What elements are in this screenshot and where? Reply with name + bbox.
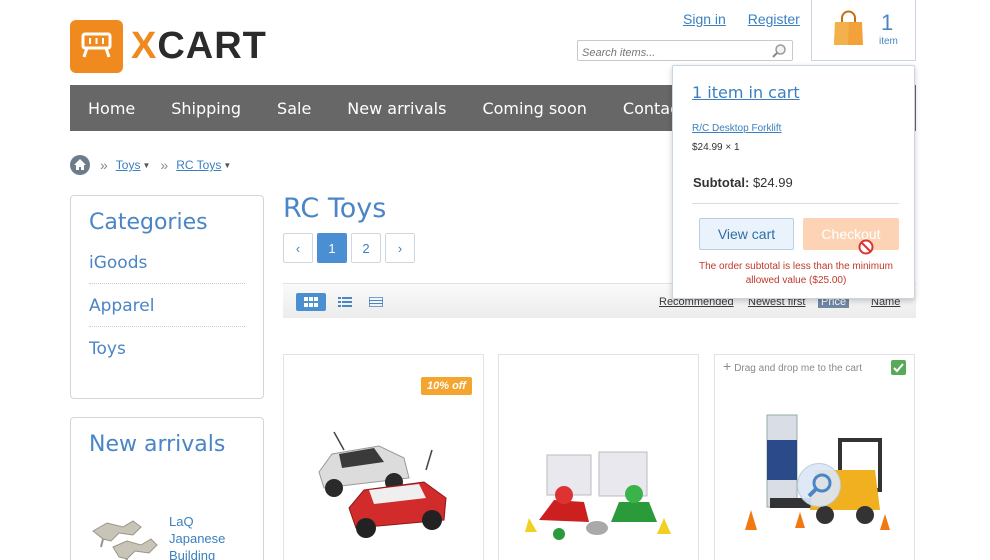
- product-thumbnail[interactable]: [89, 513, 161, 560]
- nav-item-sale[interactable]: Sale: [259, 99, 329, 118]
- drag-hint: + Drag and drop me to the cart: [723, 358, 863, 374]
- next-page-button[interactable]: ›: [385, 233, 415, 263]
- home-icon[interactable]: [70, 155, 90, 175]
- logo-cart-icon: [70, 20, 123, 73]
- shopping-bag-icon: [834, 10, 863, 45]
- new-arrivals-box: New arrivals LaQ Japanese Building: [70, 417, 264, 560]
- category-apparel[interactable]: Apparel: [89, 284, 245, 327]
- grid-view-icon[interactable]: [296, 293, 326, 311]
- nav-item-shipping[interactable]: Shipping: [153, 99, 259, 118]
- view-cart-button[interactable]: View cart: [699, 218, 794, 250]
- logo[interactable]: XCART: [70, 20, 267, 73]
- chevron-down-icon[interactable]: ▼: [223, 161, 231, 170]
- product-card[interactable]: [498, 354, 699, 560]
- chevron-down-icon[interactable]: ▼: [142, 161, 150, 170]
- zoom-icon[interactable]: [797, 463, 841, 507]
- product-card[interactable]: 10% off: [283, 354, 484, 560]
- nav-item-home[interactable]: Home: [70, 99, 153, 118]
- checkout-error-message: The order subtotal is less than the mini…: [699, 261, 893, 286]
- list-view-icon[interactable]: [330, 293, 360, 311]
- page-2-button[interactable]: 2: [351, 233, 381, 263]
- cart-count: 1: [881, 10, 894, 35]
- cart-popup: 1 item in cart R/C Desktop Forklift $24.…: [672, 65, 915, 299]
- discount-badge: 10% off: [421, 377, 472, 395]
- new-arrival-item[interactable]: LaQ Japanese Building: [89, 513, 239, 560]
- category-toys[interactable]: Toys: [89, 327, 245, 369]
- breadcrumb-rc-toys[interactable]: RC Toys: [176, 158, 221, 172]
- pagination: ‹ 1 2 ›: [283, 233, 419, 263]
- product-image[interactable]: [284, 410, 483, 560]
- cart-item-link[interactable]: R/C Desktop Forklift: [692, 123, 781, 134]
- blocked-icon: [858, 239, 874, 255]
- cart-count-label: item: [879, 36, 898, 47]
- page-title: RC Toys: [283, 193, 387, 224]
- new-arrival-title[interactable]: LaQ Japanese Building: [169, 513, 239, 560]
- minicart[interactable]: 1 item: [811, 0, 916, 61]
- categories-title: Categories: [89, 210, 208, 235]
- search-box: [577, 40, 793, 63]
- check-icon: [891, 360, 906, 375]
- register-link[interactable]: Register: [748, 11, 800, 27]
- cart-subtotal: Subtotal: $24.99: [693, 175, 793, 190]
- category-igoods[interactable]: iGoods: [89, 253, 245, 284]
- plus-icon: +: [723, 358, 732, 374]
- search-input[interactable]: [578, 43, 758, 63]
- cart-item-price: $24.99 × 1: [692, 142, 740, 153]
- nav-item-new-arrivals[interactable]: New arrivals: [329, 99, 464, 118]
- nav-item-coming-soon[interactable]: Coming soon: [464, 99, 604, 118]
- page-1-button[interactable]: 1: [317, 233, 347, 263]
- logo-text: XCART: [131, 25, 267, 67]
- divider: [692, 203, 899, 204]
- table-view-icon[interactable]: [361, 293, 391, 311]
- new-arrivals-title: New arrivals: [89, 432, 226, 457]
- breadcrumb: » Toys ▼ » RC Toys ▼: [70, 155, 231, 175]
- breadcrumb-toys[interactable]: Toys: [116, 158, 141, 172]
- product-image[interactable]: [499, 410, 698, 560]
- product-card[interactable]: + Drag and drop me to the cart: [714, 354, 915, 560]
- sign-in-link[interactable]: Sign in: [683, 11, 726, 27]
- prev-page-button[interactable]: ‹: [283, 233, 313, 263]
- categories-box: Categories iGoods Apparel Toys: [70, 195, 264, 399]
- categories-list: iGoods Apparel Toys: [89, 253, 245, 369]
- account-links: Sign in Register: [683, 11, 818, 27]
- checkout-button: Checkout: [803, 218, 899, 250]
- cart-popup-title[interactable]: 1 item in cart: [692, 83, 800, 102]
- breadcrumb-separator: »: [100, 157, 108, 173]
- search-icon[interactable]: [771, 43, 787, 59]
- breadcrumb-separator: »: [160, 157, 169, 173]
